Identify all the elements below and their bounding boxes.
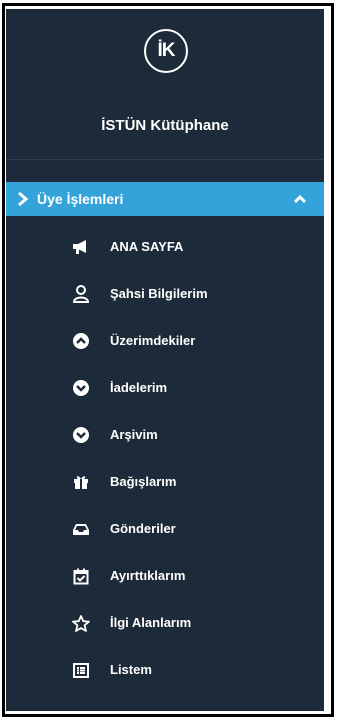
menu-item-label: İadelerim (110, 380, 168, 395)
calendar-check-icon (72, 567, 90, 585)
user-icon (72, 285, 90, 303)
gift-icon (72, 473, 90, 491)
menu-item-label: ANA SAYFA (110, 239, 184, 254)
menu-item-label: Şahsi Bilgilerim (110, 286, 208, 301)
chevron-up-circle-icon (72, 332, 90, 350)
sidebar: İK İSTÜN Kütüphane Üye İşlemleri ANA SAY… (6, 9, 324, 711)
inbox-icon (72, 520, 90, 538)
menu-section-uye-islemleri[interactable]: Üye İşlemleri (6, 182, 324, 216)
chevron-down-circle-icon (72, 379, 90, 397)
brand-header: İK İSTÜN Kütüphane (6, 9, 324, 159)
menu-item-label: Arşivim (110, 427, 158, 442)
list-icon (72, 661, 90, 679)
brand-name: İSTÜN Kütüphane (101, 117, 229, 134)
logo[interactable]: İK (144, 29, 188, 73)
menu-item-label: Ayırttıklarım (110, 568, 186, 583)
chevron-right-icon (18, 191, 29, 207)
menu-item-uzerimdekiler[interactable]: Üzerimdekiler (6, 325, 324, 357)
menu-item-label: İlgi Alanlarım (110, 615, 192, 630)
menu-item-ayirttiklarim[interactable]: Ayırttıklarım (6, 560, 324, 592)
menu-item-gonderiler[interactable]: Gönderiler (6, 513, 324, 545)
menu-section-label: Üye İşlemleri (37, 191, 124, 207)
menu-item-label: Üzerimdekiler (110, 333, 196, 348)
menu-item-arsivim[interactable]: Arşivim (6, 419, 324, 451)
menu-item-ilgi-alanlarim[interactable]: İlgi Alanlarım (6, 607, 324, 639)
chevron-down-circle-icon (72, 426, 90, 444)
menu-item-ana-sayfa[interactable]: ANA SAYFA (6, 231, 324, 263)
menu-item-iadelerim[interactable]: İadelerim (6, 372, 324, 404)
megaphone-icon (72, 238, 90, 256)
menu-item-sahsi-bilgilerim[interactable]: Şahsi Bilgilerim (6, 278, 324, 310)
menu-item-bagislarim[interactable]: Bağışlarım (6, 466, 324, 498)
menu-item-label: Bağışlarım (110, 474, 177, 489)
menu-item-label: Gönderiler (110, 521, 176, 536)
star-icon (72, 614, 90, 632)
chevron-up-icon (294, 194, 306, 204)
menu-item-listem[interactable]: Listem (6, 654, 324, 686)
menu-item-label: Listem (110, 662, 152, 677)
divider (6, 159, 324, 160)
